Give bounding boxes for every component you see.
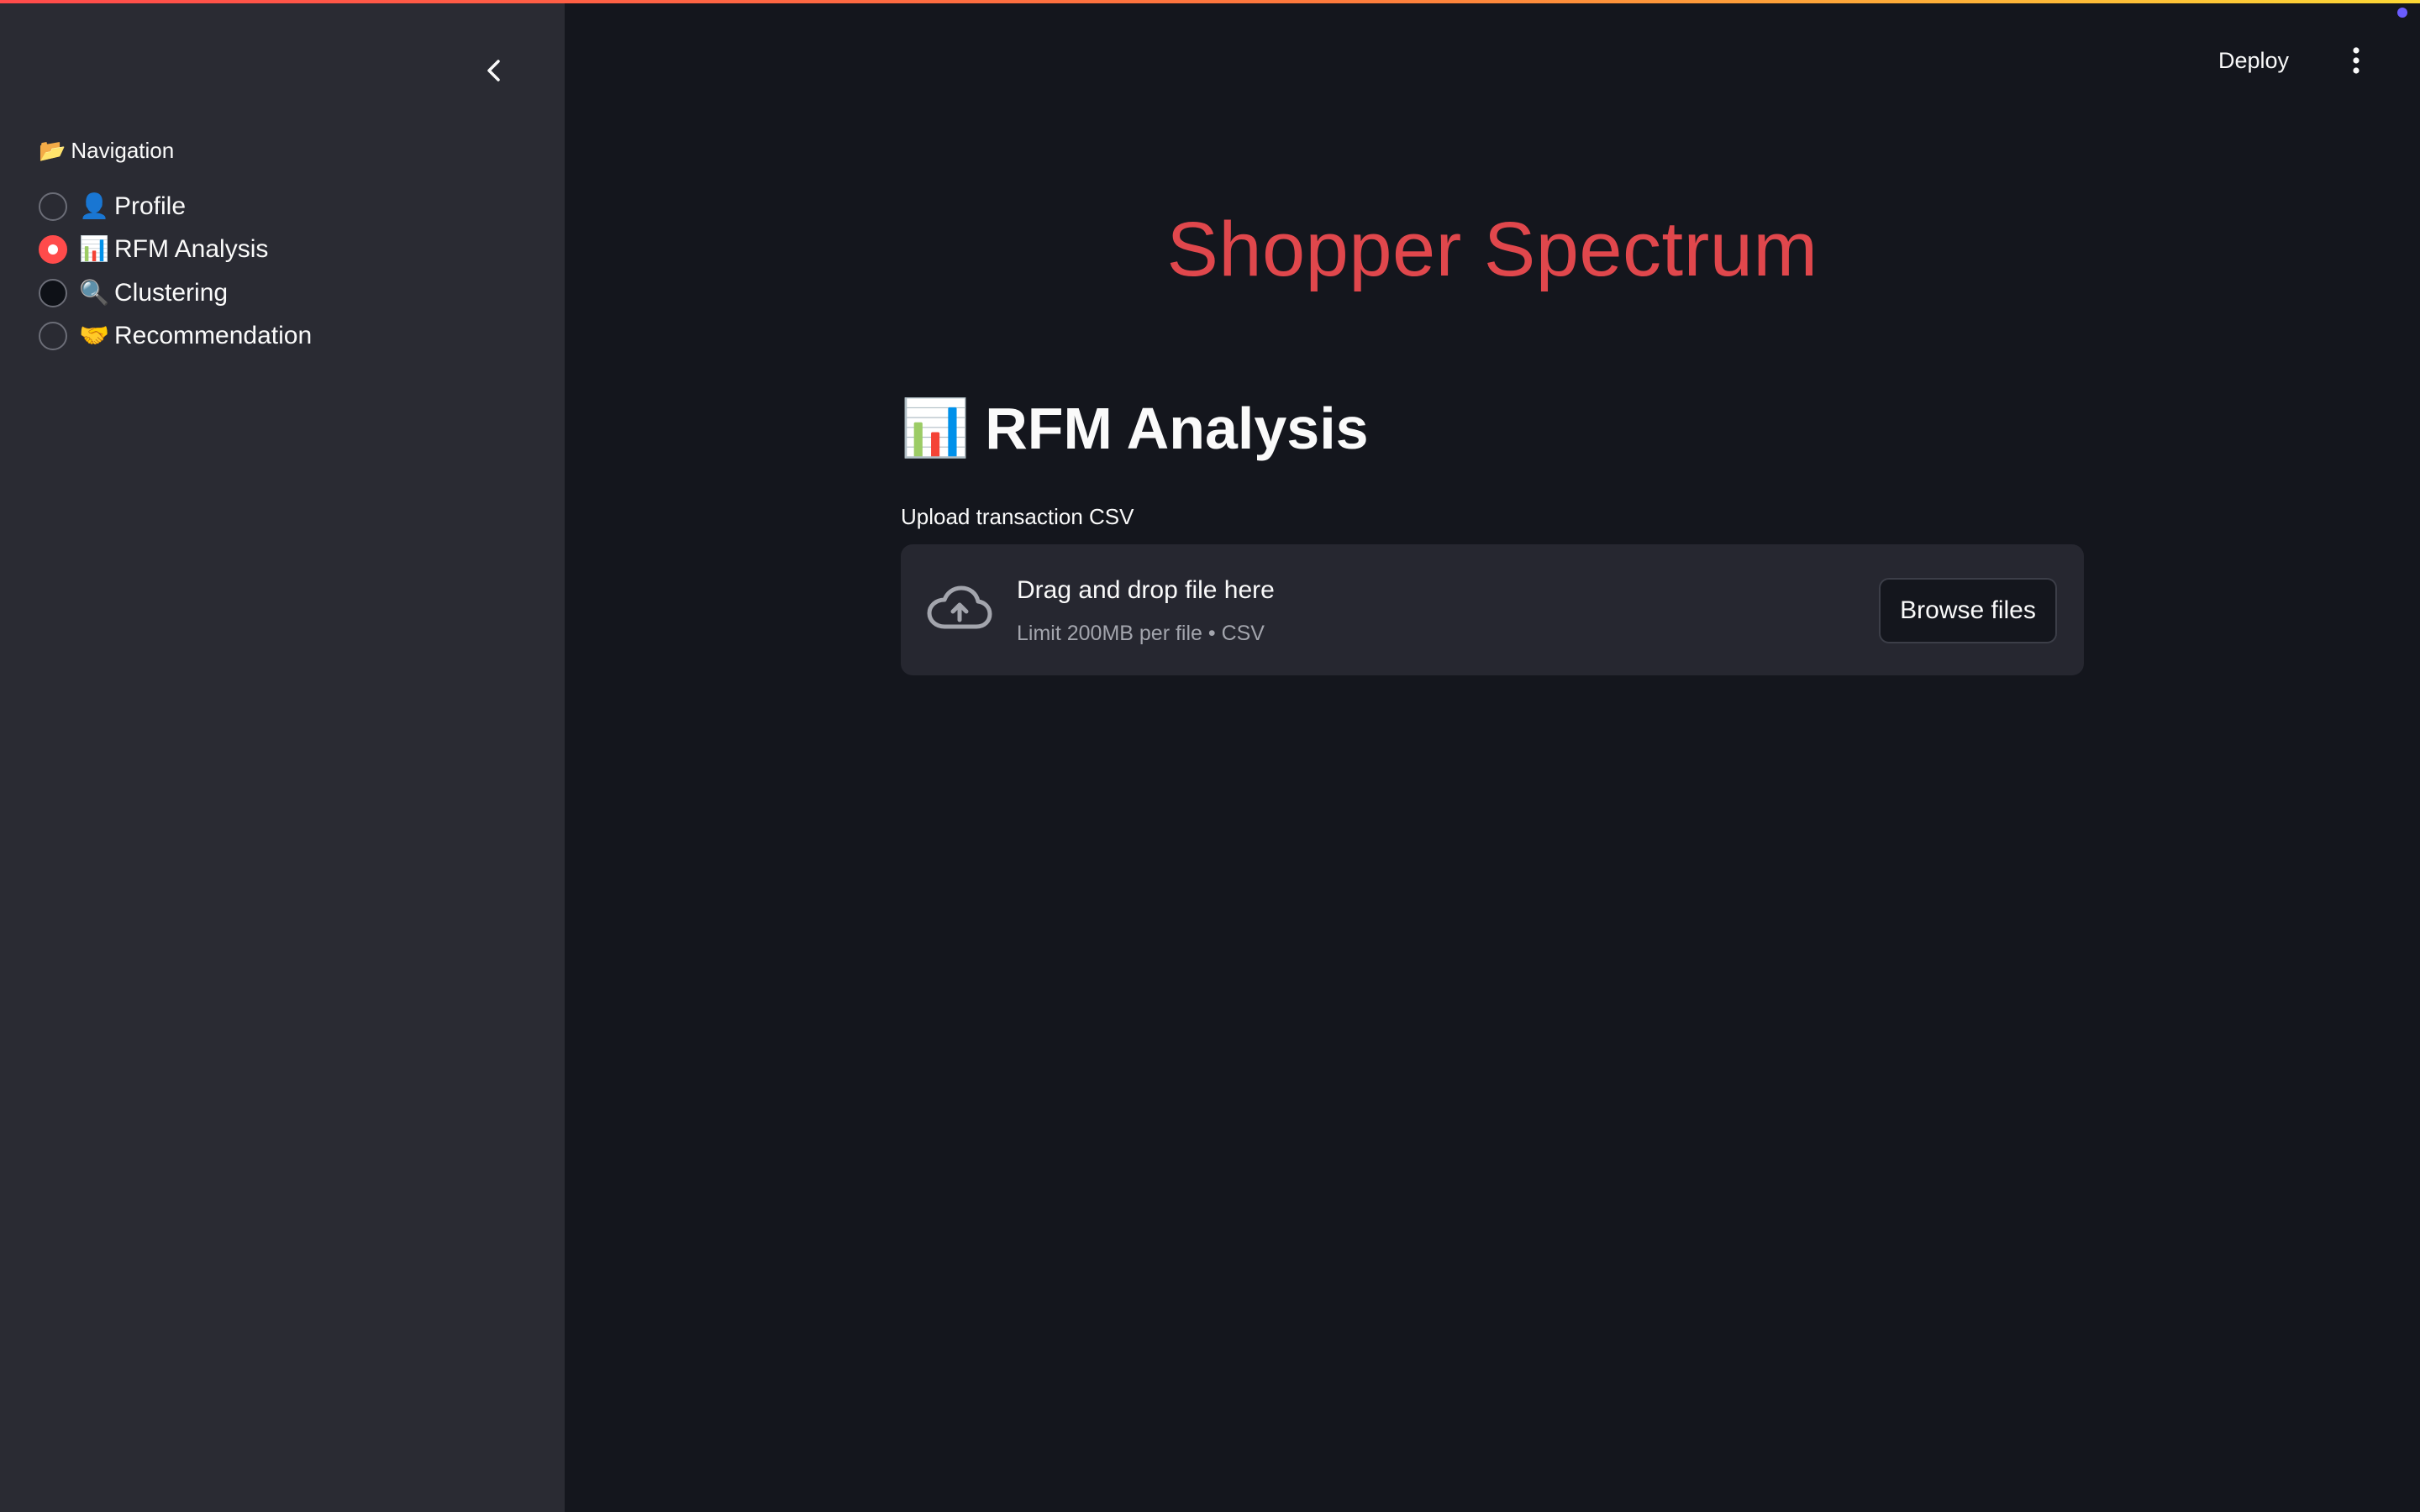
browse-files-button[interactable]: Browse files	[1879, 578, 2057, 643]
radio-clustering[interactable]	[39, 278, 67, 307]
chevron-left-icon	[487, 60, 500, 81]
section-heading: 📊 RFM Analysis	[901, 395, 1369, 462]
radio-rfm-analysis[interactable]	[39, 235, 67, 265]
bar-chart-icon: 📊	[901, 396, 971, 459]
nav-item-label: Clustering	[114, 278, 229, 307]
magnifier-icon: 🔍	[79, 279, 110, 307]
cloud-upload-icon	[927, 585, 992, 629]
radio-recommendation[interactable]	[39, 322, 67, 351]
navigation-heading-text: Navigation	[71, 138, 175, 163]
navigation-radio-group: 👤 Profile 📊 RFM Analysis 🔍 Clustering 🤝 …	[39, 185, 312, 358]
handshake-icon: 🤝	[79, 323, 110, 350]
nav-item-label: RFM Analysis	[114, 235, 269, 264]
navigation-heading: 📂 Navigation	[39, 138, 174, 164]
dropzone-limit-text: Limit 200MB per file • CSV	[1017, 622, 1265, 645]
person-icon: 👤	[79, 192, 110, 220]
file-uploader-label: Upload transaction CSV	[901, 504, 1134, 529]
app-title: Shopper Spectrum	[1166, 207, 1818, 292]
nav-item-rfm-analysis[interactable]: 📊 RFM Analysis	[39, 228, 312, 272]
nav-item-label: Recommendation	[114, 322, 313, 350]
sidebar: 📂 Navigation 👤 Profile 📊 RFM Analysis 🔍 …	[0, 0, 565, 1512]
nav-item-clustering[interactable]: 🔍 Clustering	[39, 271, 312, 315]
top-decoration-stripe	[0, 0, 2420, 3]
app-root: 📂 Navigation 👤 Profile 📊 RFM Analysis 🔍 …	[0, 0, 2420, 1512]
radio-profile[interactable]	[39, 192, 67, 221]
section-heading-text: RFM Analysis	[985, 396, 1369, 461]
dropzone-instructions: Drag and drop file here	[1017, 576, 1275, 604]
bar-chart-icon: 📊	[79, 236, 110, 264]
status-indicator	[2397, 8, 2407, 18]
collapse-sidebar-button[interactable]	[471, 47, 518, 94]
main-menu-button[interactable]	[2336, 42, 2376, 79]
nav-item-recommendation[interactable]: 🤝 Recommendation	[39, 315, 312, 359]
kebab-menu-icon	[2353, 47, 2360, 74]
deploy-button[interactable]: Deploy	[2218, 44, 2289, 77]
nav-item-profile[interactable]: 👤 Profile	[39, 185, 312, 228]
file-dropzone[interactable]: Drag and drop file here Limit 200MB per …	[901, 544, 2084, 675]
nav-item-label: Profile	[114, 192, 187, 220]
folder-icon: 📂	[39, 138, 66, 163]
